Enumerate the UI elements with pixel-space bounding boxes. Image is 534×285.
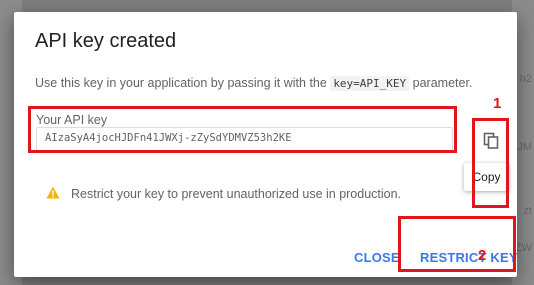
warning-icon <box>46 186 60 199</box>
description-code: key=API_KEY <box>330 76 410 91</box>
dialog-description: Use this key in your application by pass… <box>35 76 473 91</box>
annotation-number-1: 1 <box>493 95 502 112</box>
warning-text: Restrict your key to prevent unauthorize… <box>71 187 402 201</box>
annotation-number-2: 2 <box>478 247 487 264</box>
close-button[interactable]: CLOSE <box>354 250 400 265</box>
annotation-box-copy <box>472 118 509 208</box>
background-fragment: h2 <box>519 73 532 85</box>
description-prefix: Use this key in your application by pass… <box>35 76 327 90</box>
description-suffix: parameter. <box>412 76 473 90</box>
dialog-title: API key created <box>35 30 177 52</box>
annotation-box-api-key <box>28 106 457 153</box>
background-fragment: JM <box>517 141 532 153</box>
background-fragment: zt <box>523 205 532 217</box>
annotation-box-restrict <box>398 216 516 272</box>
